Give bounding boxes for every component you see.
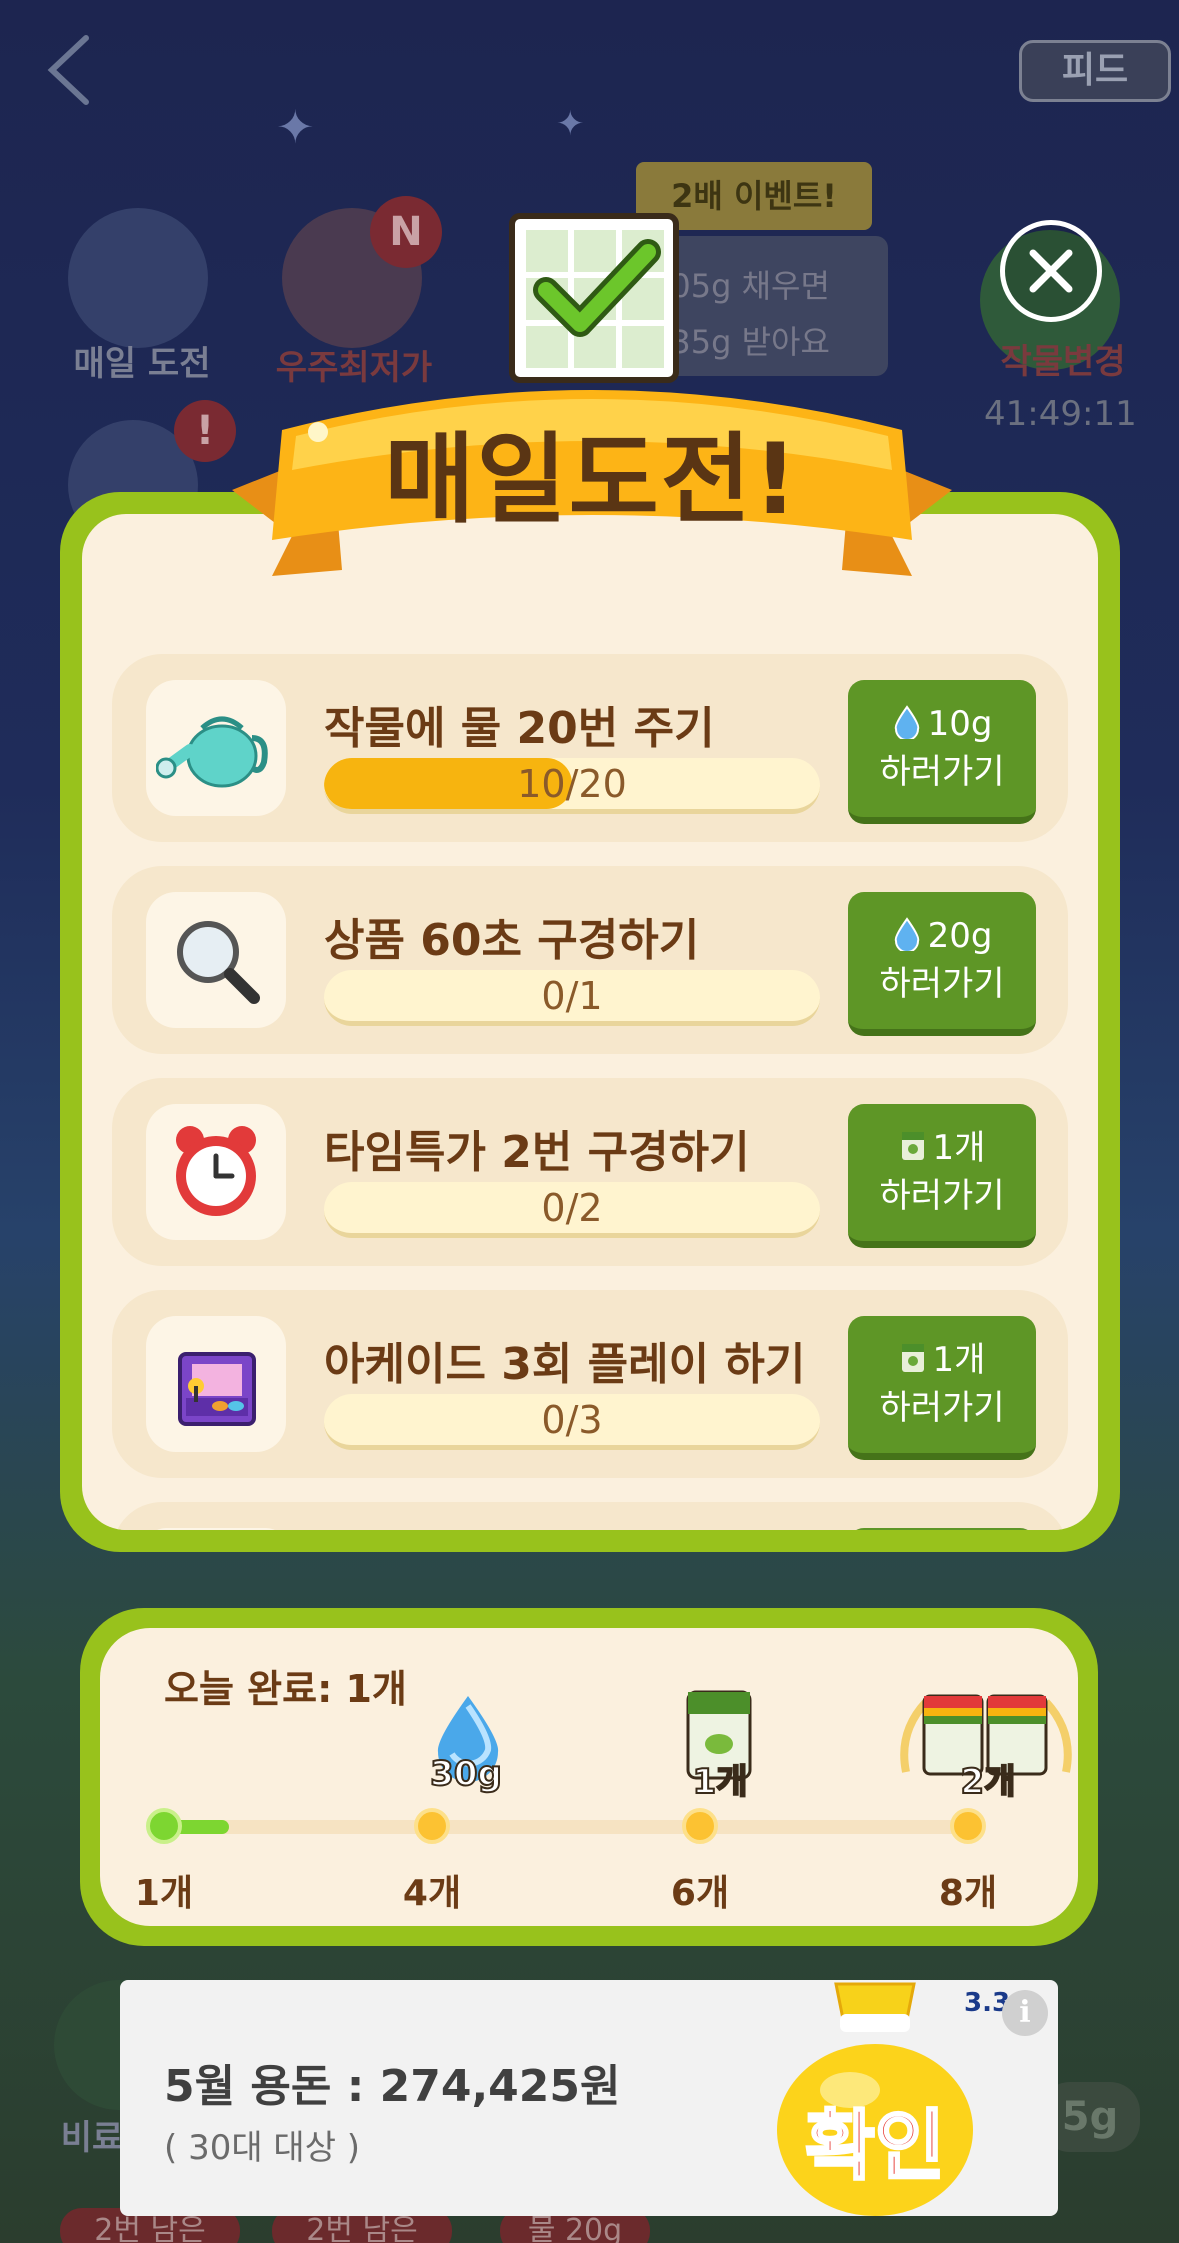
close-button[interactable] [1000, 220, 1102, 322]
milestone-label: 4개 [402, 1873, 462, 1914]
reward: 1개 [848, 1128, 1036, 1168]
fertilizer-bag-icon [901, 1344, 924, 1372]
daily-challenge-modal: 작물에 물 20번 주기 10/20 10g 하러가기 상품 60초 구경하기 … [60, 492, 1120, 1552]
task-title: 타임특가 2번 구경하기 [324, 1127, 750, 1178]
milestone-reward-3: 2개 [960, 1761, 1017, 1803]
confirm-label: 확인 [804, 2100, 947, 2192]
milestone-track [164, 1820, 980, 1834]
confirm-button[interactable]: 확인 [770, 1980, 980, 2216]
task-progress-bar: 10/20 [324, 758, 820, 814]
milestone-reward-1: 30g [429, 1753, 503, 1795]
go-button[interactable]: 1개 하러가기 [848, 1104, 1036, 1248]
milestone-reward-2: 1개 [692, 1761, 749, 1803]
task-progress-bar: 0/2 [324, 1182, 820, 1238]
new-badge: N [370, 196, 442, 268]
reward-text: 10g [927, 704, 993, 744]
alarm-clock-icon [176, 1126, 256, 1216]
ad-title: 5월 용돈 : 274,425원 [164, 2061, 621, 2112]
ad-banner[interactable]: 5월 용돈 : 274,425원 ( 30대 대상 ) 확인 3.3 i [120, 1980, 1058, 2216]
go-button[interactable]: 1개 하러가기 [848, 1316, 1036, 1460]
fertilizer-bag-icon [901, 1132, 924, 1160]
milestone-label: 8개 [938, 1873, 998, 1914]
ad-subtitle: ( 30대 대상 ) [164, 2128, 361, 2168]
task-item: 상품 60초 구경하기 0/1 20g 하러가기 [112, 866, 1068, 1054]
milestone-label: 1개 [134, 1873, 194, 1914]
task-item: 타임특가 2번 구경하기 0/2 1개 하러가기 [112, 1078, 1068, 1266]
task-icon-box [146, 680, 286, 816]
task-title: 아케이드 3회 플레이 하기 [324, 1339, 806, 1390]
reward: 1개 [848, 1340, 1036, 1380]
task-icon-box [146, 1528, 286, 1530]
daily-challenge-icon[interactable] [68, 208, 208, 348]
magnifier-icon [177, 921, 260, 1004]
today-summary: 오늘 완료: 1개 30g 1개 2개 1개 4개 6개 8개 [80, 1608, 1098, 1946]
task-item-partial [112, 1502, 1068, 1530]
arcade-box-icon [178, 1352, 256, 1426]
go-label: 하러가기 [879, 752, 1005, 792]
star-icon: ✦ [556, 104, 585, 144]
timer-text: 41:49:11 [984, 394, 1137, 434]
summary-body: 오늘 완료: 1개 30g 1개 2개 1개 4개 6개 8개 [100, 1628, 1078, 1926]
summary-title: 오늘 완료: 1개 [164, 1667, 407, 1711]
task-item: 작물에 물 20번 주기 10/20 10g 하러가기 [112, 654, 1068, 842]
go-button[interactable] [848, 1528, 1036, 1530]
info-icon[interactable]: i [1002, 1990, 1048, 2036]
change-crop-label: 작물변경 [1000, 342, 1126, 382]
reward-text: 1개 [932, 1340, 986, 1380]
reward-text: 1개 [932, 1128, 986, 1168]
close-icon [1029, 249, 1073, 293]
go-button[interactable]: 10g 하러가기 [848, 680, 1036, 824]
task-title: 작물에 물 20번 주기 [324, 703, 715, 754]
checklist-icon [509, 213, 679, 383]
task-progress-bar: 0/1 [324, 970, 820, 1026]
event-line-1: 205g 채우면 [650, 267, 830, 305]
task-icon-box [146, 1104, 286, 1240]
progress-text: 0/3 [541, 1398, 603, 1442]
task-item: 아케이드 3회 플레이 하기 0/3 1개 하러가기 [112, 1290, 1068, 1478]
feed-button[interactable]: 피드 [1019, 40, 1171, 102]
back-arrow-icon[interactable] [40, 30, 100, 110]
go-label: 하러가기 [879, 1176, 1005, 1216]
task-icon-box [146, 1316, 286, 1452]
reward-text: 20g [927, 916, 993, 956]
task-progress-bar: 0/3 [324, 1394, 820, 1450]
task-title: 상품 60초 구경하기 [324, 915, 700, 966]
progress-text: 0/1 [541, 974, 603, 1018]
water-drop-icon [894, 705, 919, 739]
milestone-dot [950, 1808, 986, 1844]
go-button[interactable]: 20g 하러가기 [848, 892, 1036, 1036]
daily-challenge-label: 매일 도전 [73, 344, 211, 384]
star-icon: ✦ [276, 100, 315, 154]
modal-title: 매일도전! [384, 423, 800, 537]
task-list: 작물에 물 20번 주기 10/20 10g 하러가기 상품 60초 구경하기 … [112, 654, 1068, 1530]
reward: 20g [848, 916, 1036, 956]
go-label: 하러가기 [879, 1388, 1005, 1428]
progress-text: 0/2 [541, 1186, 603, 1230]
modal-body: 작물에 물 20번 주기 10/20 10g 하러가기 상품 60초 구경하기 … [82, 514, 1098, 1530]
milestone-dot [414, 1808, 450, 1844]
task-icon-box [146, 892, 286, 1028]
watering-can-icon [156, 716, 268, 788]
milestone-dot [682, 1808, 718, 1844]
milestone-dot [146, 1808, 182, 1844]
go-label: 하러가기 [879, 964, 1005, 1004]
water-drop-icon [894, 917, 919, 951]
milestone-label: 6개 [670, 1873, 730, 1914]
progress-text: 10/20 [517, 762, 627, 806]
reward: 10g [848, 704, 1036, 744]
